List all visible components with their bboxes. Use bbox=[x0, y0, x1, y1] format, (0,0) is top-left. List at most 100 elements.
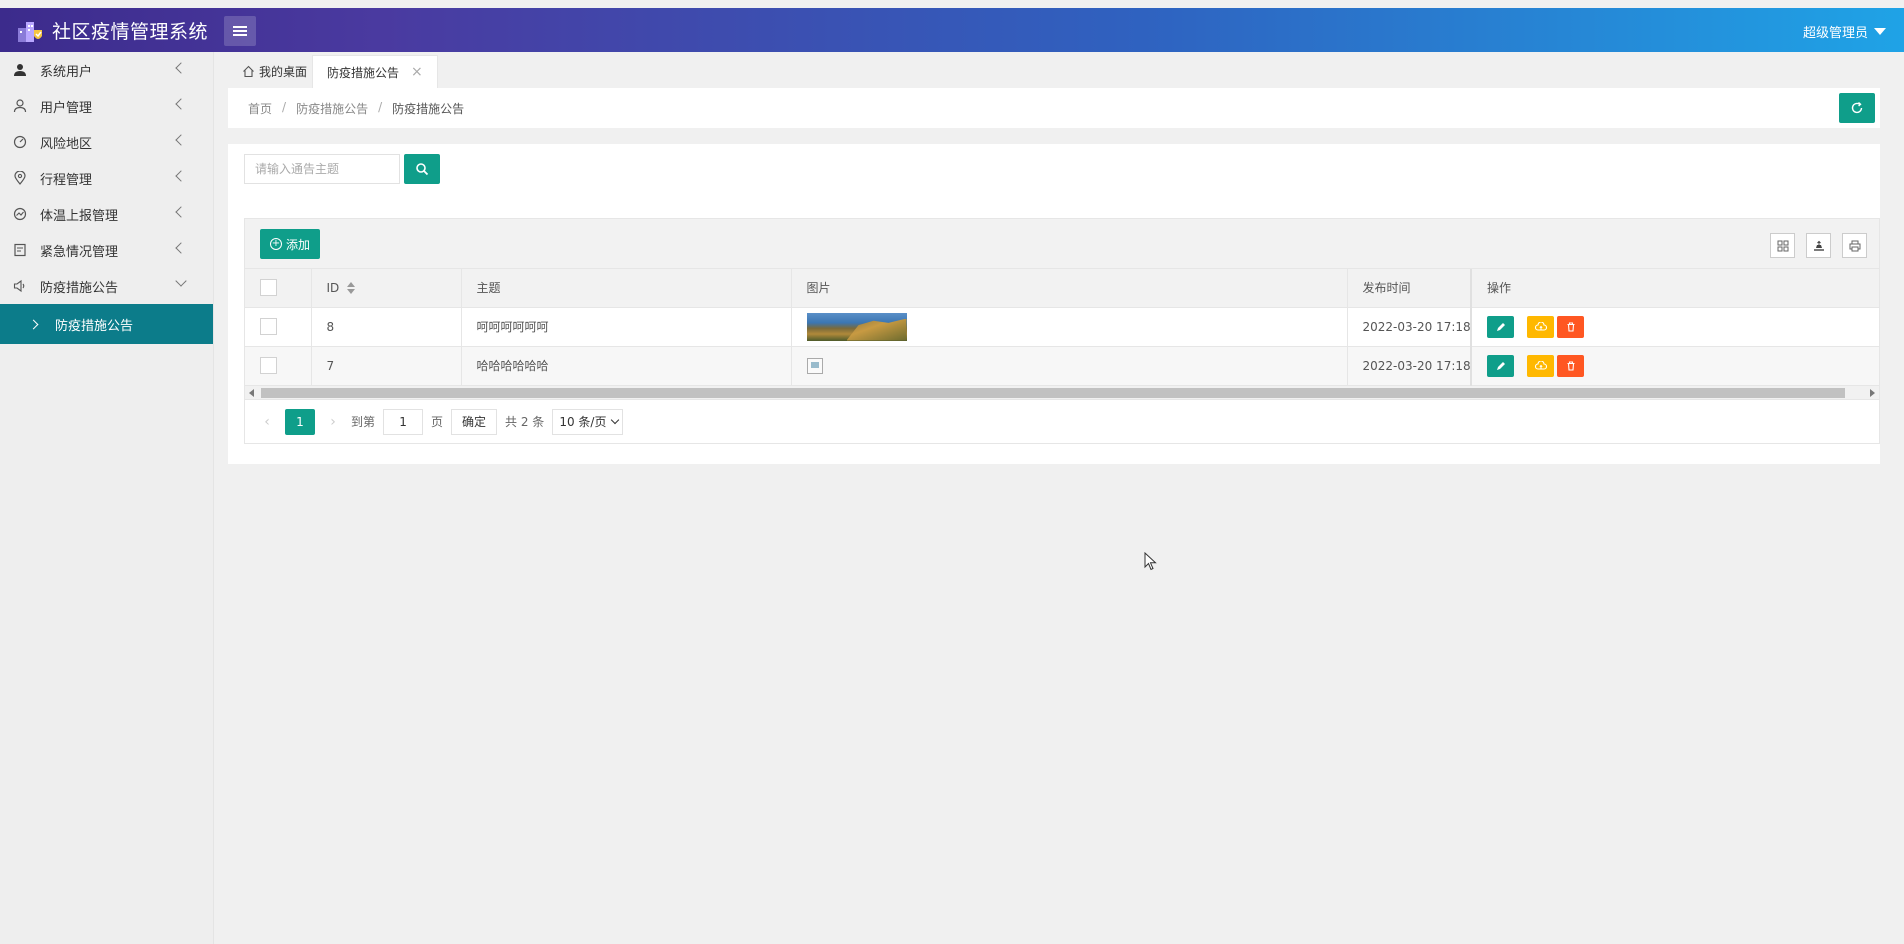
row-checkbox-cell bbox=[245, 346, 312, 386]
scroll-right-icon[interactable] bbox=[1870, 388, 1875, 397]
scroll-left-icon[interactable] bbox=[249, 388, 254, 397]
pagination: ‹ 1 › 到第 页 确定 共 2 条 10 条/页 bbox=[245, 400, 1879, 444]
delete-button[interactable] bbox=[1557, 315, 1584, 338]
sidebar-item-label: 行程管理 bbox=[40, 172, 93, 188]
refresh-icon bbox=[1851, 101, 1863, 114]
sidebar-item-label: 风险地区 bbox=[40, 136, 93, 152]
edit-button[interactable] bbox=[1487, 315, 1514, 338]
speaker-icon bbox=[12, 278, 28, 294]
cell-ops bbox=[1470, 346, 1880, 386]
chevron-right-icon bbox=[28, 319, 39, 329]
horizontal-scrollbar[interactable] bbox=[245, 385, 1879, 400]
edit-button[interactable] bbox=[1487, 354, 1514, 377]
sidebar-item-emergency-management[interactable]: 紧急情况管理 bbox=[0, 232, 213, 268]
cell-id: 7 bbox=[311, 346, 462, 386]
refresh-button[interactable] bbox=[1839, 93, 1875, 123]
cell-subject: 呵呵呵呵呵呵 bbox=[461, 307, 792, 347]
breadcrumb-parent[interactable]: 防疫措施公告 bbox=[296, 100, 368, 117]
add-button-label: 添加 bbox=[286, 237, 311, 252]
row-checkbox[interactable] bbox=[260, 357, 277, 374]
grid-icon bbox=[1777, 240, 1788, 251]
tab-prevention-notices[interactable]: 防疫措施公告 × bbox=[312, 55, 438, 88]
search-button[interactable] bbox=[404, 154, 440, 184]
sidebar-item-system-users[interactable]: 系统用户 bbox=[0, 52, 213, 88]
menu-toggle-button[interactable] bbox=[224, 16, 256, 46]
breadcrumb: 首页 / 防疫措施公告 / 防疫措施公告 bbox=[248, 100, 464, 117]
breadcrumb-panel: 首页 / 防疫措施公告 / 防疫措施公告 bbox=[228, 88, 1880, 128]
cell-subject: 哈哈哈哈哈哈 bbox=[461, 346, 792, 386]
sidebar-subitem-prevention-notices[interactable]: 防疫措施公告 bbox=[0, 304, 213, 344]
chart-line-icon bbox=[12, 206, 28, 222]
logo[interactable]: 社区疫情管理系统 bbox=[16, 16, 208, 44]
main-card: + 添加 ID bbox=[228, 144, 1880, 464]
notices-table: ID 主题 图片 发布时间 操作 8 呵呵呵呵呵呵 2022-03-20 17:… bbox=[245, 269, 1880, 386]
location-pin-icon bbox=[12, 170, 28, 186]
page-size-select[interactable]: 10 条/页 bbox=[552, 408, 624, 435]
broken-image-icon[interactable] bbox=[806, 357, 823, 374]
cloud-upload-icon bbox=[1534, 321, 1547, 331]
sidebar-item-user-management[interactable]: 用户管理 bbox=[0, 88, 213, 124]
table-header-row: ID 主题 图片 发布时间 操作 bbox=[245, 269, 1880, 308]
table-tools bbox=[1770, 233, 1867, 258]
data-table: + 添加 ID 主题 图片 发布时间 操作 8 呵呵呵呵呵呵 2022-03-2… bbox=[244, 218, 1880, 444]
sidebar: 系统用户 用户管理 风险地区 行程管理 体温上报管理 紧急情况管理 防疫措施公告… bbox=[0, 52, 214, 944]
report-icon bbox=[12, 242, 28, 258]
row-checkbox-cell bbox=[245, 307, 312, 347]
sidebar-item-temperature-report[interactable]: 体温上报管理 bbox=[0, 196, 213, 232]
tab-label: 我的桌面 bbox=[259, 65, 308, 79]
printer-icon bbox=[1849, 240, 1860, 251]
tab-home[interactable]: 我的桌面 bbox=[228, 55, 321, 88]
select-all-checkbox[interactable] bbox=[260, 279, 277, 297]
trash-icon bbox=[1567, 321, 1574, 332]
print-button[interactable] bbox=[1842, 233, 1867, 258]
notice-image-thumbnail[interactable] bbox=[806, 312, 907, 341]
user-outline-icon bbox=[12, 98, 28, 114]
sidebar-item-prevention-notices[interactable]: 防疫措施公告 bbox=[0, 268, 213, 304]
sort-icon[interactable] bbox=[347, 282, 356, 295]
sidebar-item-label: 系统用户 bbox=[40, 64, 93, 80]
chevron-down-icon bbox=[611, 415, 620, 425]
search-input[interactable] bbox=[244, 154, 400, 184]
user-name: 超级管理员 bbox=[1802, 26, 1868, 41]
prev-page-icon[interactable]: ‹ bbox=[257, 414, 277, 430]
goto-confirm-button[interactable]: 确定 bbox=[451, 408, 498, 435]
current-page[interactable]: 1 bbox=[285, 408, 315, 435]
add-button[interactable]: + 添加 bbox=[260, 229, 321, 259]
header-subject: 主题 bbox=[461, 269, 792, 308]
upload-button[interactable] bbox=[1527, 315, 1554, 338]
user-filled-icon bbox=[12, 62, 28, 78]
plus-circle-icon: + bbox=[270, 238, 282, 250]
chevron-left-icon bbox=[175, 62, 187, 74]
cell-id: 8 bbox=[311, 307, 462, 347]
next-page-icon[interactable]: › bbox=[323, 414, 343, 430]
user-menu[interactable]: 超级管理员 bbox=[1803, 22, 1886, 41]
header-id[interactable]: ID bbox=[311, 269, 462, 308]
delete-button[interactable] bbox=[1557, 354, 1584, 377]
cell-image bbox=[791, 307, 1348, 347]
caret-down-icon bbox=[1874, 28, 1886, 35]
pencil-icon bbox=[1496, 361, 1505, 370]
close-icon[interactable]: × bbox=[411, 64, 423, 80]
goto-suffix: 页 bbox=[431, 415, 444, 429]
sidebar-item-risk-areas[interactable]: 风险地区 bbox=[0, 124, 213, 160]
goto-page-input[interactable] bbox=[383, 408, 424, 435]
scrollbar-thumb[interactable] bbox=[261, 387, 1845, 398]
breadcrumb-home[interactable]: 首页 bbox=[248, 100, 272, 117]
page-size-value: 10 条/页 bbox=[559, 415, 607, 429]
sidebar-item-trip-management[interactable]: 行程管理 bbox=[0, 160, 213, 196]
upload-button[interactable] bbox=[1527, 354, 1554, 377]
breadcrumb-current: 防疫措施公告 bbox=[392, 102, 465, 116]
chevron-left-icon bbox=[175, 242, 187, 254]
chevron-left-icon bbox=[175, 98, 187, 110]
total-count: 共 2 条 bbox=[505, 415, 545, 429]
columns-filter-button[interactable] bbox=[1770, 233, 1795, 258]
gauge-icon bbox=[12, 134, 28, 150]
sidebar-item-label: 用户管理 bbox=[40, 100, 93, 116]
chevron-left-icon bbox=[175, 134, 187, 146]
row-checkbox[interactable] bbox=[260, 318, 277, 335]
cell-time: 2022-03-20 17:18:08 bbox=[1347, 346, 1472, 386]
header-time: 发布时间 bbox=[1347, 269, 1472, 308]
export-button[interactable] bbox=[1806, 233, 1831, 258]
sidebar-subitem-label: 防疫措施公告 bbox=[55, 318, 134, 334]
table-toolbar: + 添加 bbox=[245, 219, 1879, 269]
